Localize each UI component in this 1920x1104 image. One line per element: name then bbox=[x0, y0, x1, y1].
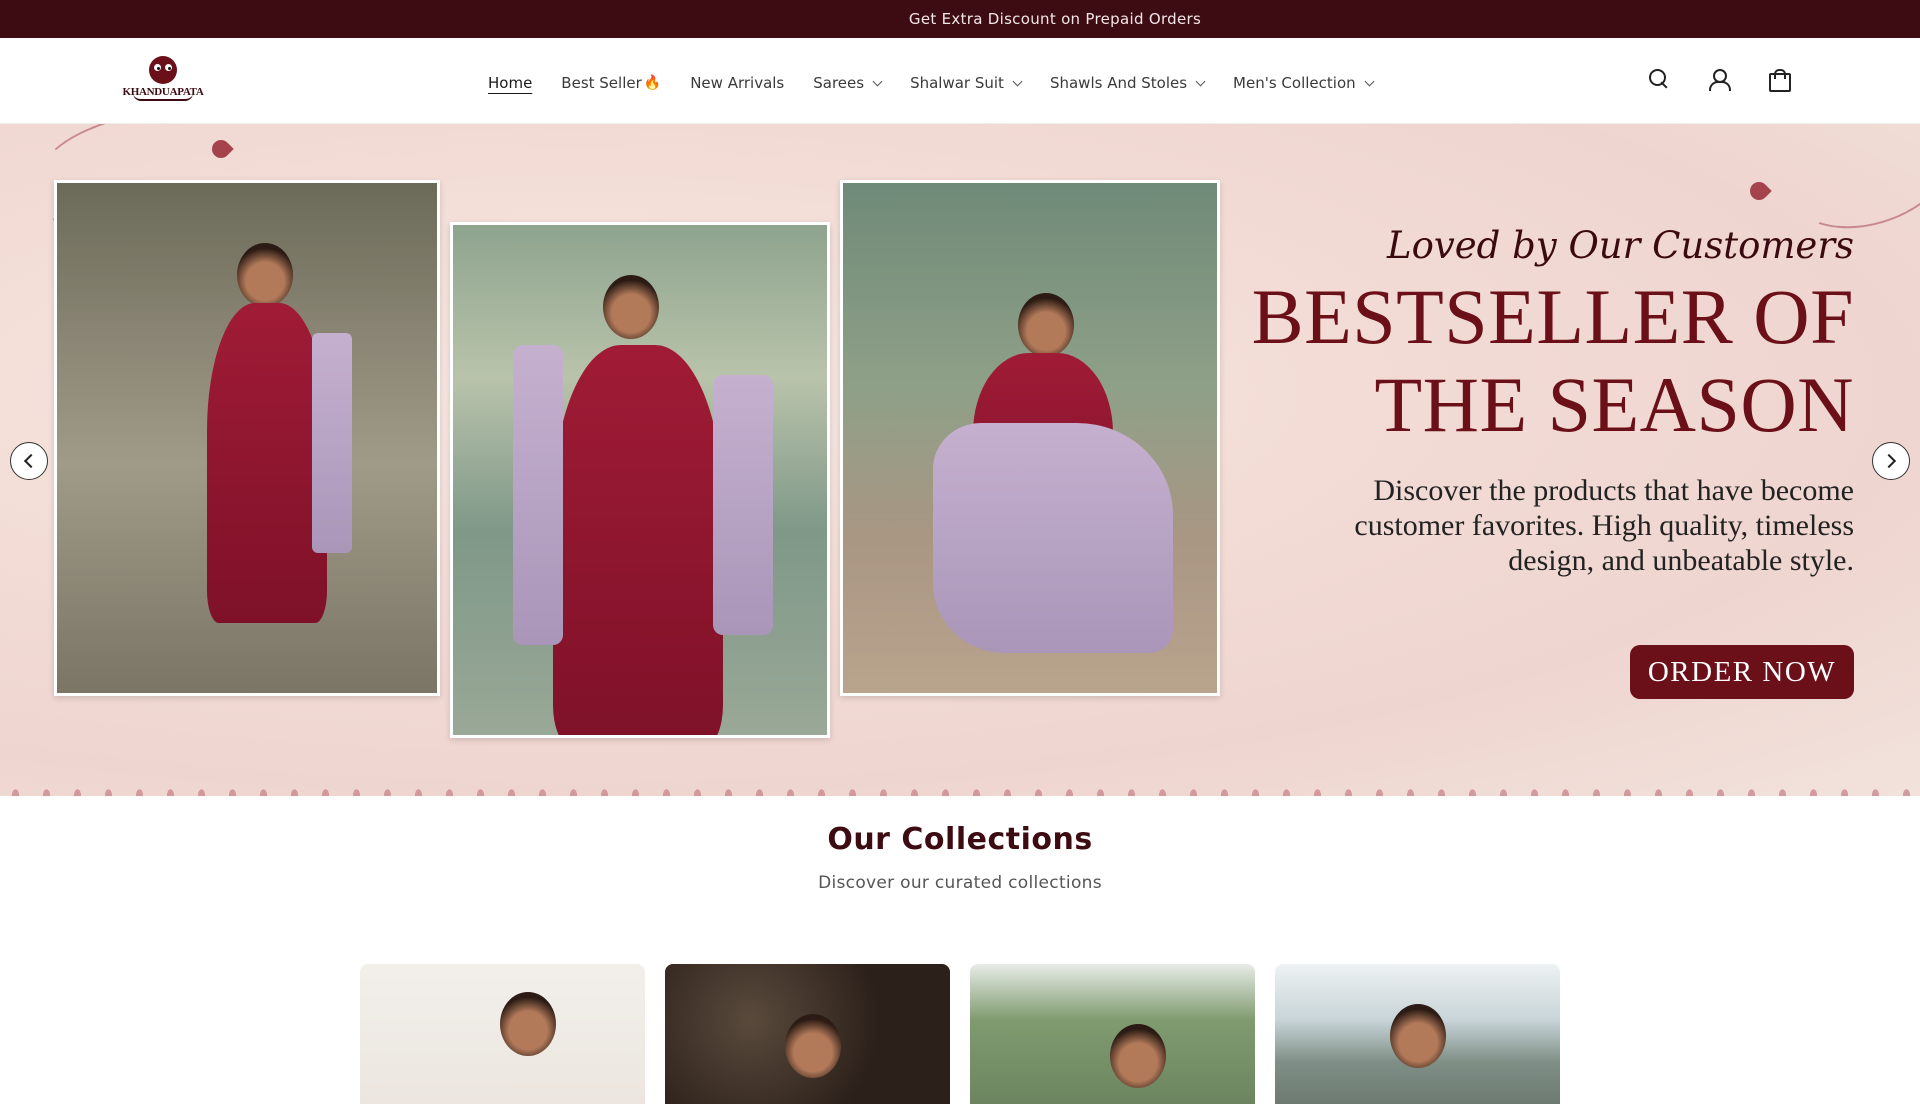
model-figure bbox=[237, 243, 293, 307]
hero-headline: BESTSELLER OF THE SEASON bbox=[1252, 273, 1854, 449]
model-figure bbox=[1018, 293, 1074, 357]
chevron-right-icon bbox=[1881, 453, 1897, 469]
hero-photo-3 bbox=[840, 180, 1220, 696]
search-icon[interactable] bbox=[1648, 68, 1668, 90]
nav-item-sarees[interactable]: Sarees bbox=[813, 74, 883, 92]
collections-section: Our Collections Discover our curated col… bbox=[0, 796, 1920, 1104]
collection-card[interactable] bbox=[665, 964, 950, 1104]
nav-label: Best Seller bbox=[561, 74, 642, 92]
collection-cards bbox=[360, 964, 1560, 1104]
logo-mark-icon bbox=[149, 56, 177, 84]
slider-prev-button[interactable] bbox=[10, 442, 48, 480]
nav-item-home[interactable]: Home bbox=[488, 74, 532, 92]
collection-card[interactable] bbox=[970, 964, 1255, 1104]
collection-image bbox=[1110, 1024, 1166, 1088]
logo-swoosh bbox=[133, 93, 193, 101]
collections-subtitle: Discover our curated collections bbox=[818, 873, 1102, 893]
chevron-down-icon bbox=[1364, 76, 1375, 86]
order-now-button[interactable]: ORDER NOW bbox=[1630, 645, 1854, 699]
model-figure bbox=[933, 423, 1173, 653]
cart-icon[interactable] bbox=[1768, 68, 1791, 92]
account-icon[interactable] bbox=[1708, 68, 1731, 91]
model-figure bbox=[553, 345, 723, 735]
hero-tagline: Loved by Our Customers bbox=[1387, 224, 1854, 267]
model-figure bbox=[513, 345, 563, 645]
collection-card[interactable] bbox=[1275, 964, 1560, 1104]
site-header: KHANDUAPATA Home Best Seller 🔥 New Arriv… bbox=[0, 38, 1920, 124]
hero-description: Discover the products that have become c… bbox=[1354, 474, 1854, 577]
hero-photo-1 bbox=[54, 180, 440, 696]
header-icons bbox=[1648, 68, 1791, 92]
collection-card[interactable] bbox=[360, 964, 645, 1104]
main-nav: Home Best Seller 🔥 New Arrivals Sarees S… bbox=[488, 74, 1402, 92]
hero-banner[interactable]: Loved by Our Customers BESTSELLER OF THE… bbox=[0, 124, 1920, 796]
nav-label: Sarees bbox=[813, 74, 865, 92]
model-figure bbox=[713, 375, 773, 635]
collection-image bbox=[500, 992, 556, 1056]
collection-image bbox=[785, 1014, 841, 1078]
slider-next-button[interactable] bbox=[1872, 442, 1910, 480]
nav-label: New Arrivals bbox=[690, 74, 785, 92]
nav-item-best-seller[interactable]: Best Seller 🔥 bbox=[561, 74, 661, 92]
model-figure bbox=[312, 333, 352, 553]
chevron-down-icon bbox=[1195, 76, 1206, 86]
announcement-bar: Get Extra Discount on Prepaid Orders bbox=[0, 0, 1920, 38]
model-figure bbox=[603, 275, 659, 339]
hero-headline-line2: THE SEASON bbox=[1374, 361, 1854, 448]
lotus-decoration-icon bbox=[1746, 178, 1772, 204]
nav-item-shalwar-suit[interactable]: Shalwar Suit bbox=[910, 74, 1023, 92]
chevron-down-icon bbox=[872, 76, 883, 86]
brand-logo[interactable]: KHANDUAPATA bbox=[122, 56, 204, 108]
model-figure bbox=[207, 303, 327, 623]
chevron-left-icon bbox=[23, 453, 39, 469]
hero-photo-2 bbox=[450, 222, 830, 738]
hero-headline-line1: BESTSELLER OF bbox=[1251, 273, 1854, 360]
nav-label: Men's Collection bbox=[1233, 74, 1356, 92]
nav-label: Shalwar Suit bbox=[910, 74, 1004, 92]
nav-label: Shawls And Stoles bbox=[1049, 74, 1188, 92]
chevron-down-icon bbox=[1012, 76, 1023, 86]
nav-item-shawls-and-stoles[interactable]: Shawls And Stoles bbox=[1049, 74, 1206, 92]
nav-item-mens-collection[interactable]: Men's Collection bbox=[1233, 74, 1375, 92]
nav-item-new-arrivals[interactable]: New Arrivals bbox=[690, 74, 784, 92]
collections-title: Our Collections bbox=[827, 822, 1093, 857]
hero-copy: Loved by Our Customers BESTSELLER OF THE… bbox=[1252, 224, 1854, 578]
fire-icon: 🔥 bbox=[643, 75, 662, 91]
announcement-text: Get Extra Discount on Prepaid Orders bbox=[908, 10, 1202, 28]
collection-image bbox=[1390, 1004, 1446, 1068]
nav-label: Home bbox=[488, 74, 533, 92]
